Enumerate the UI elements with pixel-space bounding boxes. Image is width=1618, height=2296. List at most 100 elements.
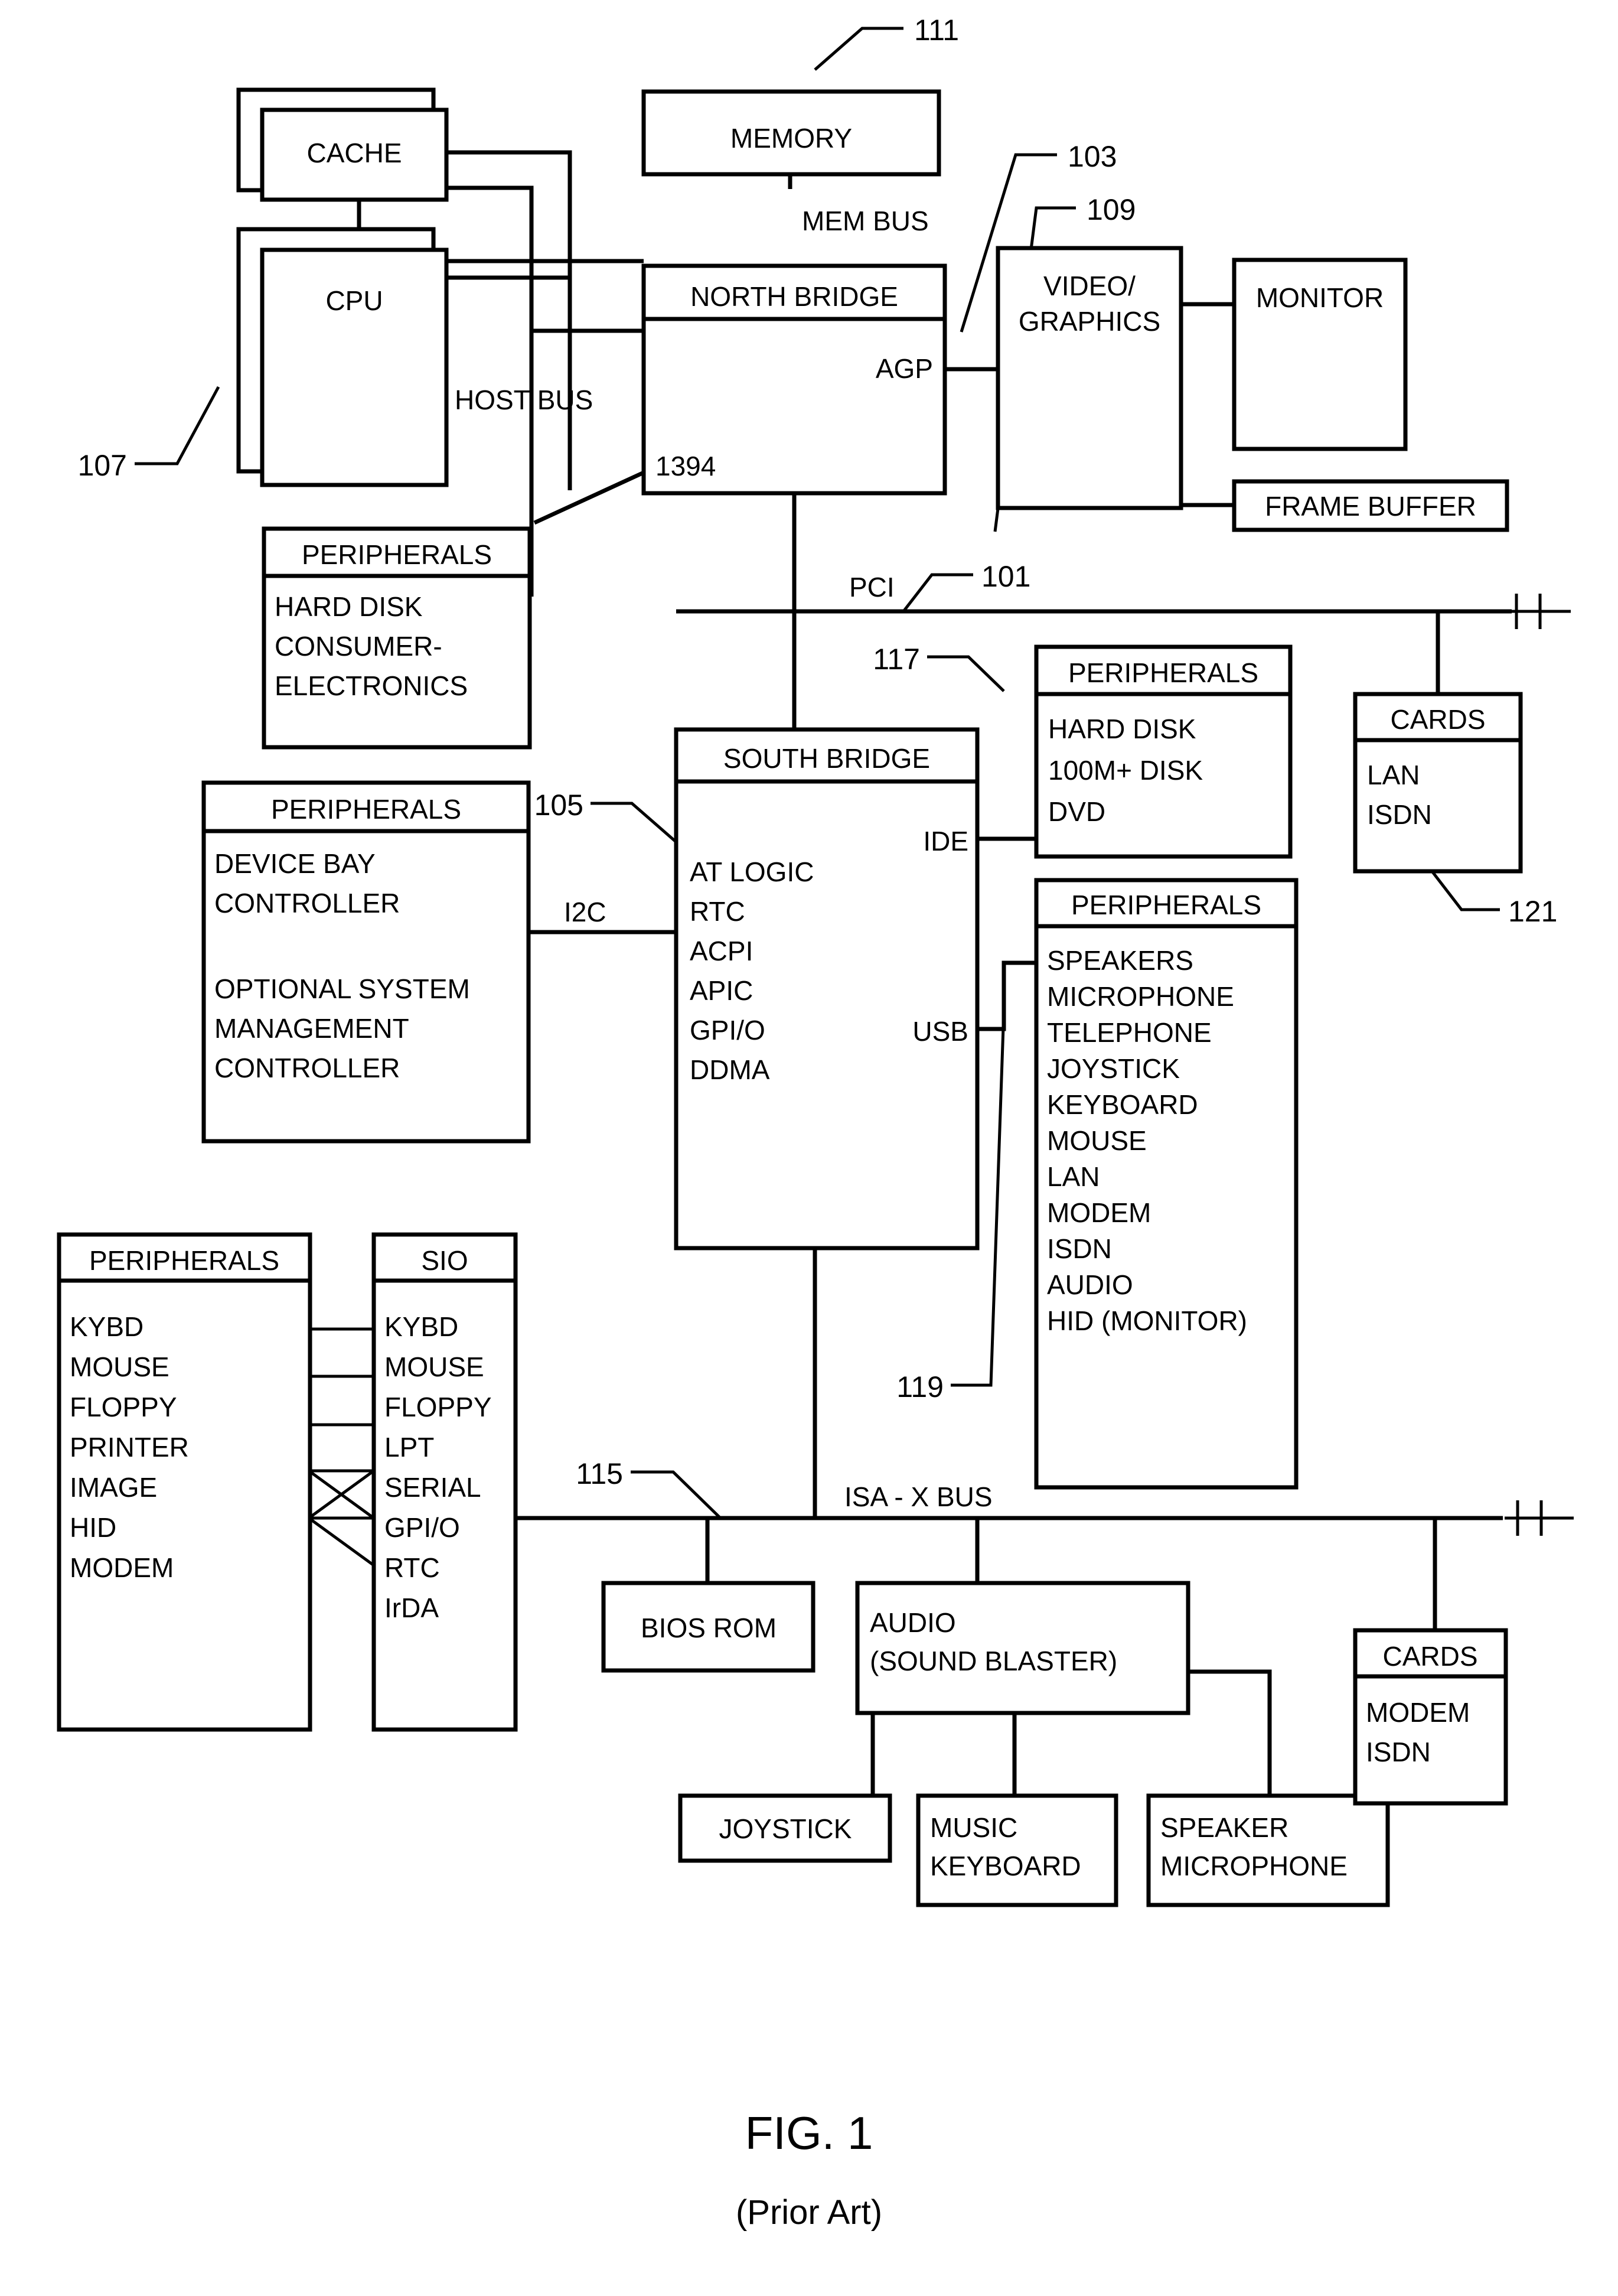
south-bridge-fn-4: GPI/O xyxy=(690,1015,765,1046)
ref-105: 105 xyxy=(534,789,583,822)
leader-115 xyxy=(631,1470,722,1519)
north-bridge-label: NORTH BRIDGE xyxy=(690,281,898,312)
south-bridge-fn-1: RTC xyxy=(690,896,745,927)
ref-103: 103 xyxy=(1068,140,1117,173)
peripherals-usb-item-4: KEYBOARD xyxy=(1047,1089,1198,1120)
leader-105 xyxy=(591,802,679,845)
peripherals-ide-item-1: 100M+ DISK xyxy=(1048,755,1203,786)
monitor-label: MONITOR xyxy=(1256,282,1384,313)
sio-body-box xyxy=(371,1278,518,1732)
peripherals-i2c-item-0: DEVICE BAY xyxy=(214,848,376,879)
cards-pci-header: CARDS xyxy=(1390,704,1485,735)
sio-port-1: MOUSE xyxy=(384,1351,484,1382)
figure-subcaption: (Prior Art) xyxy=(736,2193,882,2232)
peripherals-1394-item-1: CONSUMER- xyxy=(275,631,442,662)
peripherals-ide-header: PERIPHERALS xyxy=(1068,657,1258,688)
sio-label: SIO xyxy=(421,1245,468,1276)
south-bridge-fn-3: APIC xyxy=(690,975,753,1006)
patent-figure-1: CACHE CPU MEMORY NORTH BRIDGE AGP 1394 V… xyxy=(0,0,1618,2296)
host-bus-label: HOST BUS xyxy=(455,385,593,415)
peripherals-i2c-item-3: OPTIONAL SYSTEM xyxy=(214,973,470,1004)
agp-port-label: AGP xyxy=(876,353,933,384)
frame-buffer-label: FRAME BUFFER xyxy=(1265,491,1476,522)
peripherals-usb-item-10: HID (MONITOR) xyxy=(1047,1305,1247,1336)
peripherals-usb-item-5: MOUSE xyxy=(1047,1125,1147,1156)
line-audio-to-speakermic xyxy=(1187,1669,1272,1796)
video-graphics-line2: GRAPHICS xyxy=(1019,306,1160,337)
line-cache-to-hostbus xyxy=(446,150,572,490)
line-usb-to-peripherals xyxy=(977,960,1036,1031)
ref-115: 115 xyxy=(576,1457,623,1490)
ref-121: 121 xyxy=(1508,895,1557,928)
south-bridge-label: SOUTH BRIDGE xyxy=(723,743,930,774)
block-diagram-canvas: CACHE CPU MEMORY NORTH BRIDGE AGP 1394 V… xyxy=(57,14,1574,2232)
mem-bus-label: MEM BUS xyxy=(802,206,929,236)
peripherals-1394-item-0: HARD DISK xyxy=(275,591,423,622)
leader-107 xyxy=(135,386,220,465)
cards-isa-item-0: MODEM xyxy=(1366,1697,1470,1728)
sio-port-7: IrDA xyxy=(384,1592,439,1623)
peripherals-1394-header: PERIPHERALS xyxy=(302,539,492,570)
south-bridge-fn-5: DDMA xyxy=(690,1054,770,1085)
speaker-microphone-line1: SPEAKER xyxy=(1160,1812,1288,1843)
speaker-microphone-line2: MICROPHONE xyxy=(1160,1851,1348,1881)
pci-bus-label: PCI xyxy=(849,572,895,603)
joystick-label: JOYSTICK xyxy=(719,1813,852,1844)
peripherals-usb-item-9: AUDIO xyxy=(1047,1269,1133,1300)
audio-line1: AUDIO xyxy=(870,1607,956,1638)
peripherals-sio-header: PERIPHERALS xyxy=(89,1245,279,1276)
video-graphics-line1: VIDEO/ xyxy=(1043,271,1136,301)
south-bridge-fn-0: AT LOGIC xyxy=(690,856,814,887)
peripherals-ide-item-2: DVD xyxy=(1048,796,1105,827)
peripherals-sio-body-box xyxy=(57,1278,312,1732)
peripherals-sio-item-6: MODEM xyxy=(70,1552,174,1583)
south-bridge-fn-2: ACPI xyxy=(690,936,753,966)
music-keyboard-line2: KEYBOARD xyxy=(930,1851,1081,1881)
sio-port-3: LPT xyxy=(384,1432,434,1463)
peripherals-sio-item-4: IMAGE xyxy=(70,1472,157,1503)
sio-port-0: KYBD xyxy=(384,1311,458,1342)
peripherals-usb-item-1: MICROPHONE xyxy=(1047,981,1234,1012)
peripherals-usb-header: PERIPHERALS xyxy=(1071,890,1261,920)
sio-port-2: FLOPPY xyxy=(384,1392,492,1422)
isa-bus-label: ISA - X BUS xyxy=(844,1481,993,1512)
peripherals-sio-item-5: HID xyxy=(70,1512,116,1543)
peripherals-usb-item-7: MODEM xyxy=(1047,1197,1151,1228)
ref-119: 119 xyxy=(896,1370,944,1403)
leader-111 xyxy=(814,27,903,71)
peripherals-sio-item-2: FLOPPY xyxy=(70,1392,177,1422)
ref-111: 111 xyxy=(914,14,959,47)
ref-107: 107 xyxy=(78,449,127,482)
music-keyboard-line1: MUSIC xyxy=(930,1812,1017,1843)
cpu-label: CPU xyxy=(325,285,383,316)
peripherals-sio-item-0: KYBD xyxy=(70,1311,143,1342)
peripherals-ide-item-0: HARD DISK xyxy=(1048,714,1196,744)
sio-port-6: RTC xyxy=(384,1552,440,1583)
peripherals-usb-item-2: TELEPHONE xyxy=(1047,1017,1212,1048)
cards-pci-item-1: ISDN xyxy=(1367,799,1432,830)
ref-109: 109 xyxy=(1087,193,1136,226)
sio-cross-3 xyxy=(308,1516,375,1567)
leader-117 xyxy=(927,655,1005,692)
peripherals-usb-item-0: SPEAKERS xyxy=(1047,945,1193,976)
cards-isa-header: CARDS xyxy=(1382,1641,1477,1672)
peripherals-i2c-header: PERIPHERALS xyxy=(271,794,461,825)
ide-port-label: IDE xyxy=(923,826,968,856)
ref-101: 101 xyxy=(981,560,1030,593)
cache-label: CACHE xyxy=(306,138,402,168)
cards-isa-item-1: ISDN xyxy=(1366,1737,1431,1767)
ieee1394-port-label: 1394 xyxy=(655,451,716,481)
cards-pci-item-0: LAN xyxy=(1367,760,1420,790)
leader-101 xyxy=(902,573,973,613)
peripherals-sio-item-3: PRINTER xyxy=(70,1432,189,1463)
peripherals-usb-item-3: JOYSTICK xyxy=(1047,1053,1180,1084)
peripherals-usb-item-6: LAN xyxy=(1047,1161,1100,1192)
usb-port-label: USB xyxy=(912,1016,968,1047)
sio-port-4: SERIAL xyxy=(384,1472,481,1503)
peripherals-i2c-item-4: MANAGEMENT xyxy=(214,1013,409,1044)
peripherals-i2c-item-5: CONTROLLER xyxy=(214,1053,400,1083)
line-1394-to-peripherals xyxy=(533,470,645,525)
i2c-bus-label: I2C xyxy=(564,897,606,927)
memory-label: MEMORY xyxy=(730,123,852,154)
leader-121 xyxy=(1431,870,1500,911)
